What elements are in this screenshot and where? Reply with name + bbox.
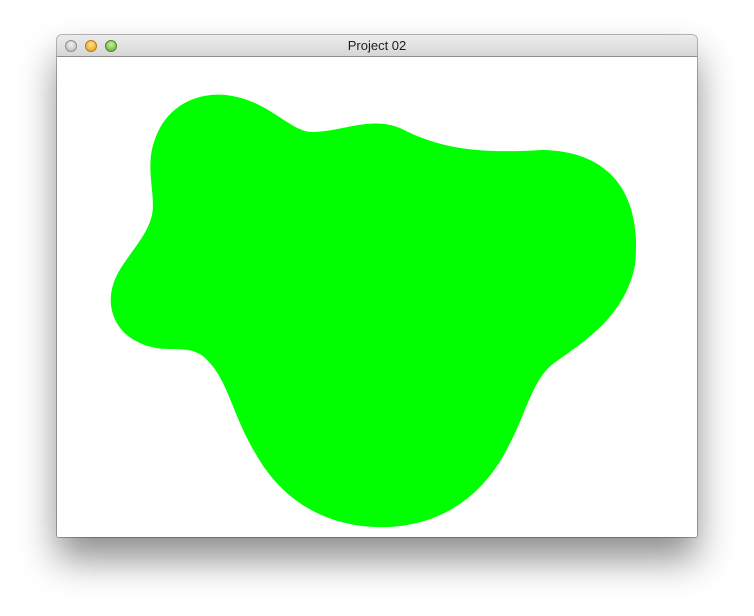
window-title: Project 02 [347, 38, 407, 53]
app-window: Project 02 [57, 35, 697, 537]
drawing-canvas [57, 57, 697, 537]
title-bar[interactable]: Project 02 [57, 35, 697, 57]
canvas-svg [57, 57, 697, 537]
